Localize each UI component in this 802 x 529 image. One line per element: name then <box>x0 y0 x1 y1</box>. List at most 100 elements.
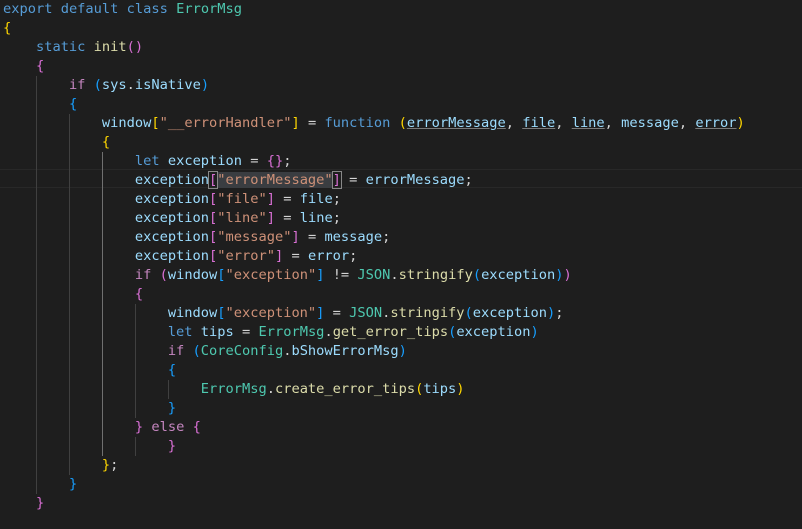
code-line[interactable]: } <box>3 494 44 513</box>
code-line[interactable]: window["__errorHandler"] = function (err… <box>3 114 745 133</box>
code-token: age" <box>299 172 333 188</box>
code-token: line <box>299 210 333 226</box>
code-token: message <box>324 229 383 245</box>
code-line[interactable]: let tips = ErrorMsg.get_error_tips(excep… <box>3 323 539 342</box>
code-line[interactable]: exception["line"] = line; <box>3 209 341 228</box>
code-token: "file" <box>217 191 267 207</box>
code-line[interactable]: { <box>3 361 176 380</box>
code-token: exception <box>134 191 210 207</box>
code-token: { <box>35 58 45 74</box>
code-token: else <box>151 419 185 435</box>
code-token: , <box>604 115 622 131</box>
code-token: ; <box>555 305 564 321</box>
code-line[interactable]: if (sys.isNative) <box>3 76 209 95</box>
code-token: { <box>68 96 78 112</box>
code-line[interactable]: { <box>3 57 44 76</box>
code-token: () <box>126 39 144 55</box>
code-token: ErrorMsg <box>176 1 243 17</box>
code-token: let <box>167 324 193 340</box>
code-token: tips <box>423 381 457 397</box>
code-line[interactable]: } <box>3 437 176 456</box>
code-line[interactable]: window["exception"] = JSON.stringify(exc… <box>3 304 564 323</box>
code-token: static <box>35 39 86 55</box>
code-token: ] <box>274 248 284 264</box>
code-token: ) <box>398 343 407 359</box>
code-token: [ <box>151 115 160 131</box>
code-line[interactable]: } <box>3 475 77 494</box>
code-token: error <box>695 115 737 131</box>
code-token: exception <box>167 153 243 169</box>
code-token: tips <box>200 324 234 340</box>
code-token: ( <box>398 115 407 131</box>
code-token: . <box>390 267 399 283</box>
code-token: errorMessage <box>365 172 465 188</box>
code-line[interactable]: { <box>3 95 77 114</box>
code-token: JSON <box>349 305 383 321</box>
code-token: class <box>126 1 168 17</box>
code-token: default <box>60 1 119 17</box>
code-token: = <box>299 229 325 245</box>
code-line[interactable]: exception["message"] = message; <box>3 228 391 247</box>
code-line[interactable]: } <box>3 399 176 418</box>
code-token: exception <box>134 229 210 245</box>
code-token: "message" <box>217 229 292 245</box>
code-token: ) <box>530 324 539 340</box>
code-line[interactable]: ErrorMsg.create_error_tips(tips) <box>3 380 465 399</box>
code-token: window <box>167 267 218 283</box>
code-line[interactable]: exception["errorMessage"] = errorMessage… <box>3 171 473 190</box>
code-token: ; <box>332 210 341 226</box>
code-token: ( <box>192 343 201 359</box>
code-token: let <box>134 153 160 169</box>
code-line[interactable]: if (CoreConfig.bShowErrorMsg) <box>3 342 407 361</box>
code-token: ; <box>283 153 292 169</box>
code-token: file <box>299 191 333 207</box>
code-token: ] <box>266 210 275 226</box>
code-token: . <box>324 324 333 340</box>
code-token: } <box>134 419 144 435</box>
code-token: ( <box>93 77 102 93</box>
code-line[interactable]: if (window["exception"] != JSON.stringif… <box>3 266 572 285</box>
code-token: get_error_tips <box>332 324 449 340</box>
code-token: = <box>324 305 350 321</box>
code-token: init <box>93 39 127 55</box>
code-line[interactable]: static init() <box>3 38 143 57</box>
code-token: { <box>192 419 201 435</box>
code-token: ] <box>291 115 300 131</box>
code-line[interactable]: } else { <box>3 418 201 437</box>
code-token: create_error_tips <box>274 381 416 397</box>
code-line[interactable]: { <box>3 285 143 304</box>
code-token: ErrorMsg <box>200 381 267 397</box>
code-token: window <box>101 115 152 131</box>
code-token: exception <box>481 267 556 283</box>
code-token: ] <box>291 229 300 245</box>
code-line[interactable]: { <box>3 133 110 152</box>
code-line[interactable]: let exception = {}; <box>3 152 292 171</box>
code-token: . <box>266 381 275 397</box>
code-token: export <box>3 1 53 17</box>
code-token: } <box>167 400 177 416</box>
code-token: function <box>324 115 391 131</box>
code-token: "error" <box>217 248 275 264</box>
code-token: { <box>101 134 111 150</box>
code-editor[interactable]: export default class ErrorMsg{ static in… <box>0 0 802 529</box>
code-line[interactable]: exception["error"] = error; <box>3 247 358 266</box>
code-line[interactable]: }; <box>3 456 119 475</box>
code-line[interactable]: export default class ErrorMsg <box>3 0 242 19</box>
code-token: "exception" <box>225 305 317 321</box>
code-line[interactable]: exception["file"] = file; <box>3 190 341 209</box>
code-token: errorMessage <box>406 115 506 131</box>
code-line[interactable]: { <box>3 19 11 38</box>
code-token: { <box>167 362 177 378</box>
